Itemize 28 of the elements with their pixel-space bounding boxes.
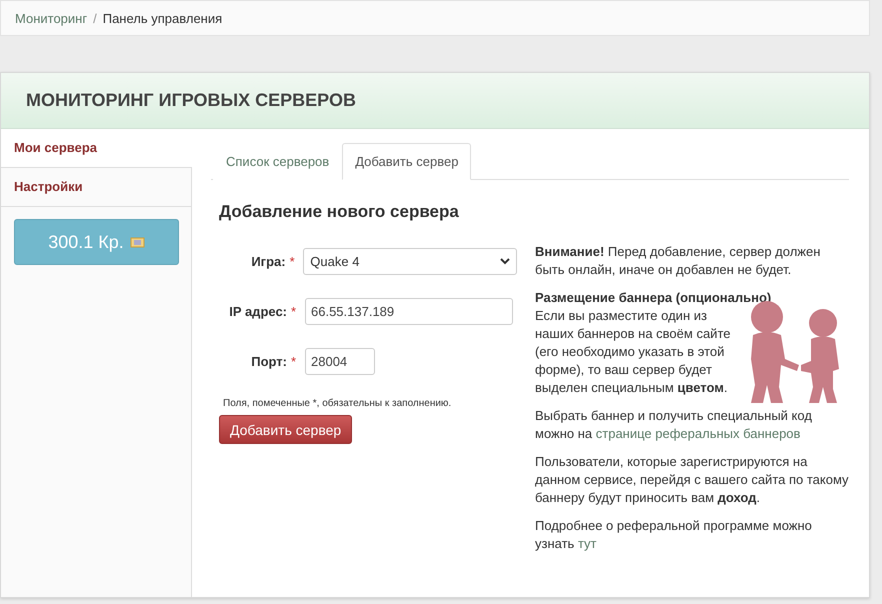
- required-note: Поля, помеченные *, обязательны к заполнению.: [223, 398, 452, 409]
- info-paragraph: Пользователи, которые зарегистрируются на данном сервисе, перейдя с вашего сайта по такому баннеру будут приносить вам доход.: [535, 453, 849, 507]
- form-heading: Добавление нового сервера: [219, 202, 460, 222]
- input-field[interactable]: 66.55.137.189: [305, 298, 513, 325]
- panel-title: МОНИТОРИНГ ИГРОВЫХ СЕРВЕРОВ: [26, 90, 356, 111]
- text-link[interactable]: тут: [578, 536, 596, 551]
- current-page-text: Панель управления: [102, 10, 222, 26]
- breadcrumb-separator: /: [93, 10, 97, 26]
- game-select[interactable]: Quake 4: [303, 248, 517, 275]
- warning-text: Внимание! Перед добавление, сервер должен быть онлайн, иначе он добавлен не будет.: [535, 243, 822, 279]
- required-marker: *: [288, 254, 296, 269]
- chevron-down-icon: [500, 258, 510, 265]
- banner-heading: Размещение баннера (опционально): [535, 289, 772, 307]
- required-marker: *: [290, 354, 298, 369]
- input-field[interactable]: 28004: [305, 348, 375, 375]
- submit-button[interactable]: Добавить сервер: [219, 415, 352, 444]
- banner-text: Если вы разместите один из наших баннеров на своём сайте (его необходимо указать в этой форме), то ваш сервер будет выделен специальным цветом.: [535, 307, 732, 397]
- info-paragraph: Выбрать баннер и получить специальный код можно на странице реферальных баннеров: [535, 407, 813, 443]
- breadcrumb-link[interactable]: Мониторинг: [15, 10, 88, 26]
- text-link[interactable]: странице реферальных баннеров: [596, 426, 800, 441]
- required-marker: *: [290, 304, 298, 319]
- tab[interactable]: Добавить сервер: [342, 143, 472, 180]
- field-label: Игра:: [250, 254, 286, 269]
- coin-icon: [130, 236, 145, 248]
- sidebar-item[interactable]: Мои сервера: [1, 129, 192, 168]
- field-label: IP адрес:: [228, 304, 287, 319]
- info-paragraph: Подробнее о реферальной программе можно узнать тут: [535, 517, 813, 553]
- field-label: Порт:: [250, 354, 287, 369]
